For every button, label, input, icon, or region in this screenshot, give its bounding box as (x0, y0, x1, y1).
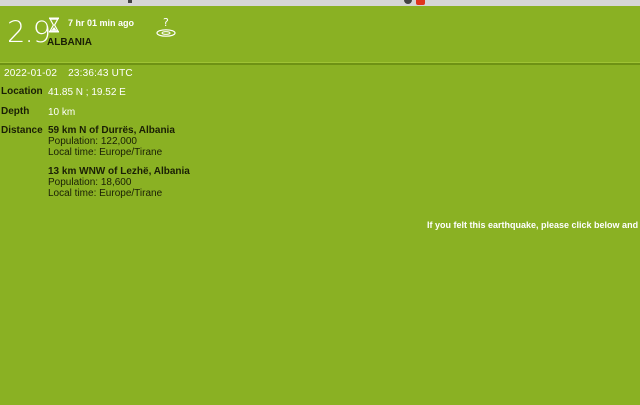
depth-label: Depth (1, 106, 30, 117)
event-time: 23:36:43 UTC (68, 68, 133, 79)
distance-label: Distance (1, 125, 43, 136)
time-ago: 7 hr 01 min ago (68, 18, 135, 28)
magnitude-value: 2.9 (7, 15, 51, 49)
location-value: 41.85 N ; 19.52 E (48, 87, 126, 98)
event-date: 2022-01-02 (4, 68, 58, 79)
place-population: Population: 122,000 (48, 136, 137, 147)
felt-report-prompt: If you felt this earthquake, please clic… (427, 220, 639, 230)
depth-value: 10 km (48, 107, 76, 118)
region-name: ALBANIA (47, 37, 92, 48)
place-local-time: Local time: Europe/Tirane (48, 147, 163, 158)
place-population: Population: 18,600 (48, 177, 132, 188)
hourglass-icon (49, 17, 59, 33)
location-label: Location (1, 86, 43, 97)
place-local-time: Local time: Europe/Tirane (48, 188, 163, 199)
notification-badge-icon[interactable] (416, 0, 425, 5)
nearby-place: 13 km WNW of Lezhë, Albania Population: … (48, 166, 190, 199)
place-name: 13 km WNW of Lezhë, Albania (48, 166, 190, 177)
felt-report-icon[interactable]: ? (154, 16, 178, 38)
earthquake-header[interactable]: 2.9 7 hr 01 min ago ALBANIA ? (0, 6, 640, 62)
place-name: 59 km N of Durrës, Albania (48, 125, 175, 136)
toolbar-icon[interactable] (404, 0, 412, 4)
toolbar-mark (128, 0, 132, 3)
svg-text:?: ? (163, 16, 169, 29)
header-divider (0, 62, 640, 65)
event-datetime: 2022-01-02 23:36:43 UTC (4, 68, 141, 79)
nearby-place: 59 km N of Durrës, Albania Population: 1… (48, 125, 175, 158)
